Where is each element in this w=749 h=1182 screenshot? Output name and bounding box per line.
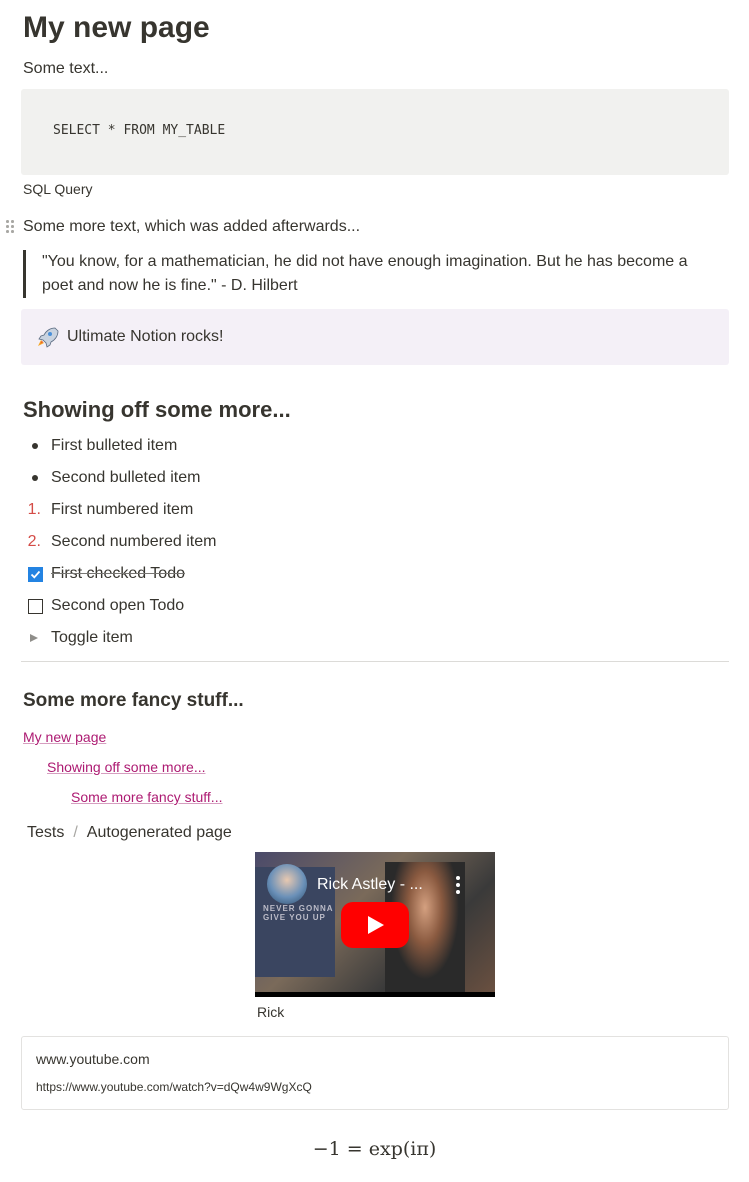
todo-item: First checked Todo: [23, 560, 723, 588]
callout-block: Ultimate Notion rocks!: [21, 309, 729, 365]
thumbnail-text: NEVER GONNA GIVE YOU UP: [263, 904, 334, 922]
numbered-item-label: Second numbered item: [51, 533, 217, 550]
bullet-marker: [32, 475, 38, 481]
bookmark-url: https://www.youtube.com/watch?v=dQw4w9Wg…: [36, 1080, 312, 1094]
after-text: Some more text, which was added afterwar…: [23, 218, 361, 235]
todo-label: Second open Todo: [51, 597, 185, 614]
play-button-icon[interactable]: [341, 902, 409, 948]
drag-handle-icon[interactable]: [5, 219, 15, 235]
breadcrumb-item-tests[interactable]: Tests: [27, 824, 64, 841]
bookmark-title: www.youtube.com: [36, 1051, 150, 1067]
todo-item: Second open Todo: [23, 592, 723, 620]
toc-link-my-new-page[interactable]: My new page: [23, 727, 106, 747]
code-content: SELECT * FROM MY_TABLE: [53, 123, 226, 138]
bulleted-item-label: Second bulleted item: [51, 469, 201, 486]
rocket-icon: [38, 327, 59, 348]
video-embed[interactable]: NEVER GONNA GIVE YOU UP Rick Astley - ..…: [255, 852, 495, 997]
breadcrumb: Tests / Autogenerated page: [27, 822, 232, 844]
video-title[interactable]: Rick Astley - ...: [317, 876, 423, 894]
breadcrumb-item-autogenerated[interactable]: Autogenerated page: [87, 824, 232, 841]
numbered-item: 2. Second numbered item: [23, 528, 723, 556]
code-caption: SQL Query: [23, 181, 93, 197]
todo-label: First checked Todo: [51, 565, 185, 582]
intro-text: Some text...: [23, 60, 109, 77]
bulleted-item: Second bulleted item: [23, 464, 723, 492]
toc-link-fancy-stuff[interactable]: Some more fancy stuff...: [71, 787, 222, 807]
channel-avatar[interactable]: [267, 864, 307, 904]
number-marker: 2.: [27, 533, 41, 550]
bullet-marker: [32, 443, 38, 449]
bulleted-item-label: First bulleted item: [51, 437, 178, 454]
code-block[interactable]: SELECT * FROM MY_TABLE: [21, 89, 729, 175]
bulleted-item: First bulleted item: [23, 432, 723, 460]
toggle-label: Toggle item: [51, 629, 133, 646]
callout-text: Ultimate Notion rocks!: [67, 328, 224, 345]
bookmark-card[interactable]: www.youtube.com https://www.youtube.com/…: [21, 1036, 729, 1110]
toggle-item[interactable]: Toggle item: [23, 624, 723, 652]
toc-link-showing-off[interactable]: Showing off some more...: [47, 757, 205, 777]
heading-showing-off: Showing off some more...: [23, 397, 291, 422]
checkbox-unchecked[interactable]: [28, 599, 43, 614]
numbered-item: 1. First numbered item: [23, 496, 723, 524]
toggle-triangle-icon[interactable]: [30, 634, 38, 642]
equation: −1 = exp(iπ): [312, 1138, 437, 1160]
numbered-item-label: First numbered item: [51, 501, 194, 518]
divider: [21, 661, 729, 662]
more-options-icon[interactable]: [455, 876, 461, 894]
heading-fancy-stuff: Some more fancy stuff...: [23, 690, 244, 711]
checkbox-checked[interactable]: [28, 567, 43, 582]
video-caption: Rick: [257, 1004, 285, 1020]
breadcrumb-separator: /: [73, 824, 78, 841]
number-marker: 1.: [27, 501, 41, 518]
page-title: My new page: [23, 11, 210, 44]
quote-block: "You know, for a mathematician, he did n…: [23, 250, 723, 298]
